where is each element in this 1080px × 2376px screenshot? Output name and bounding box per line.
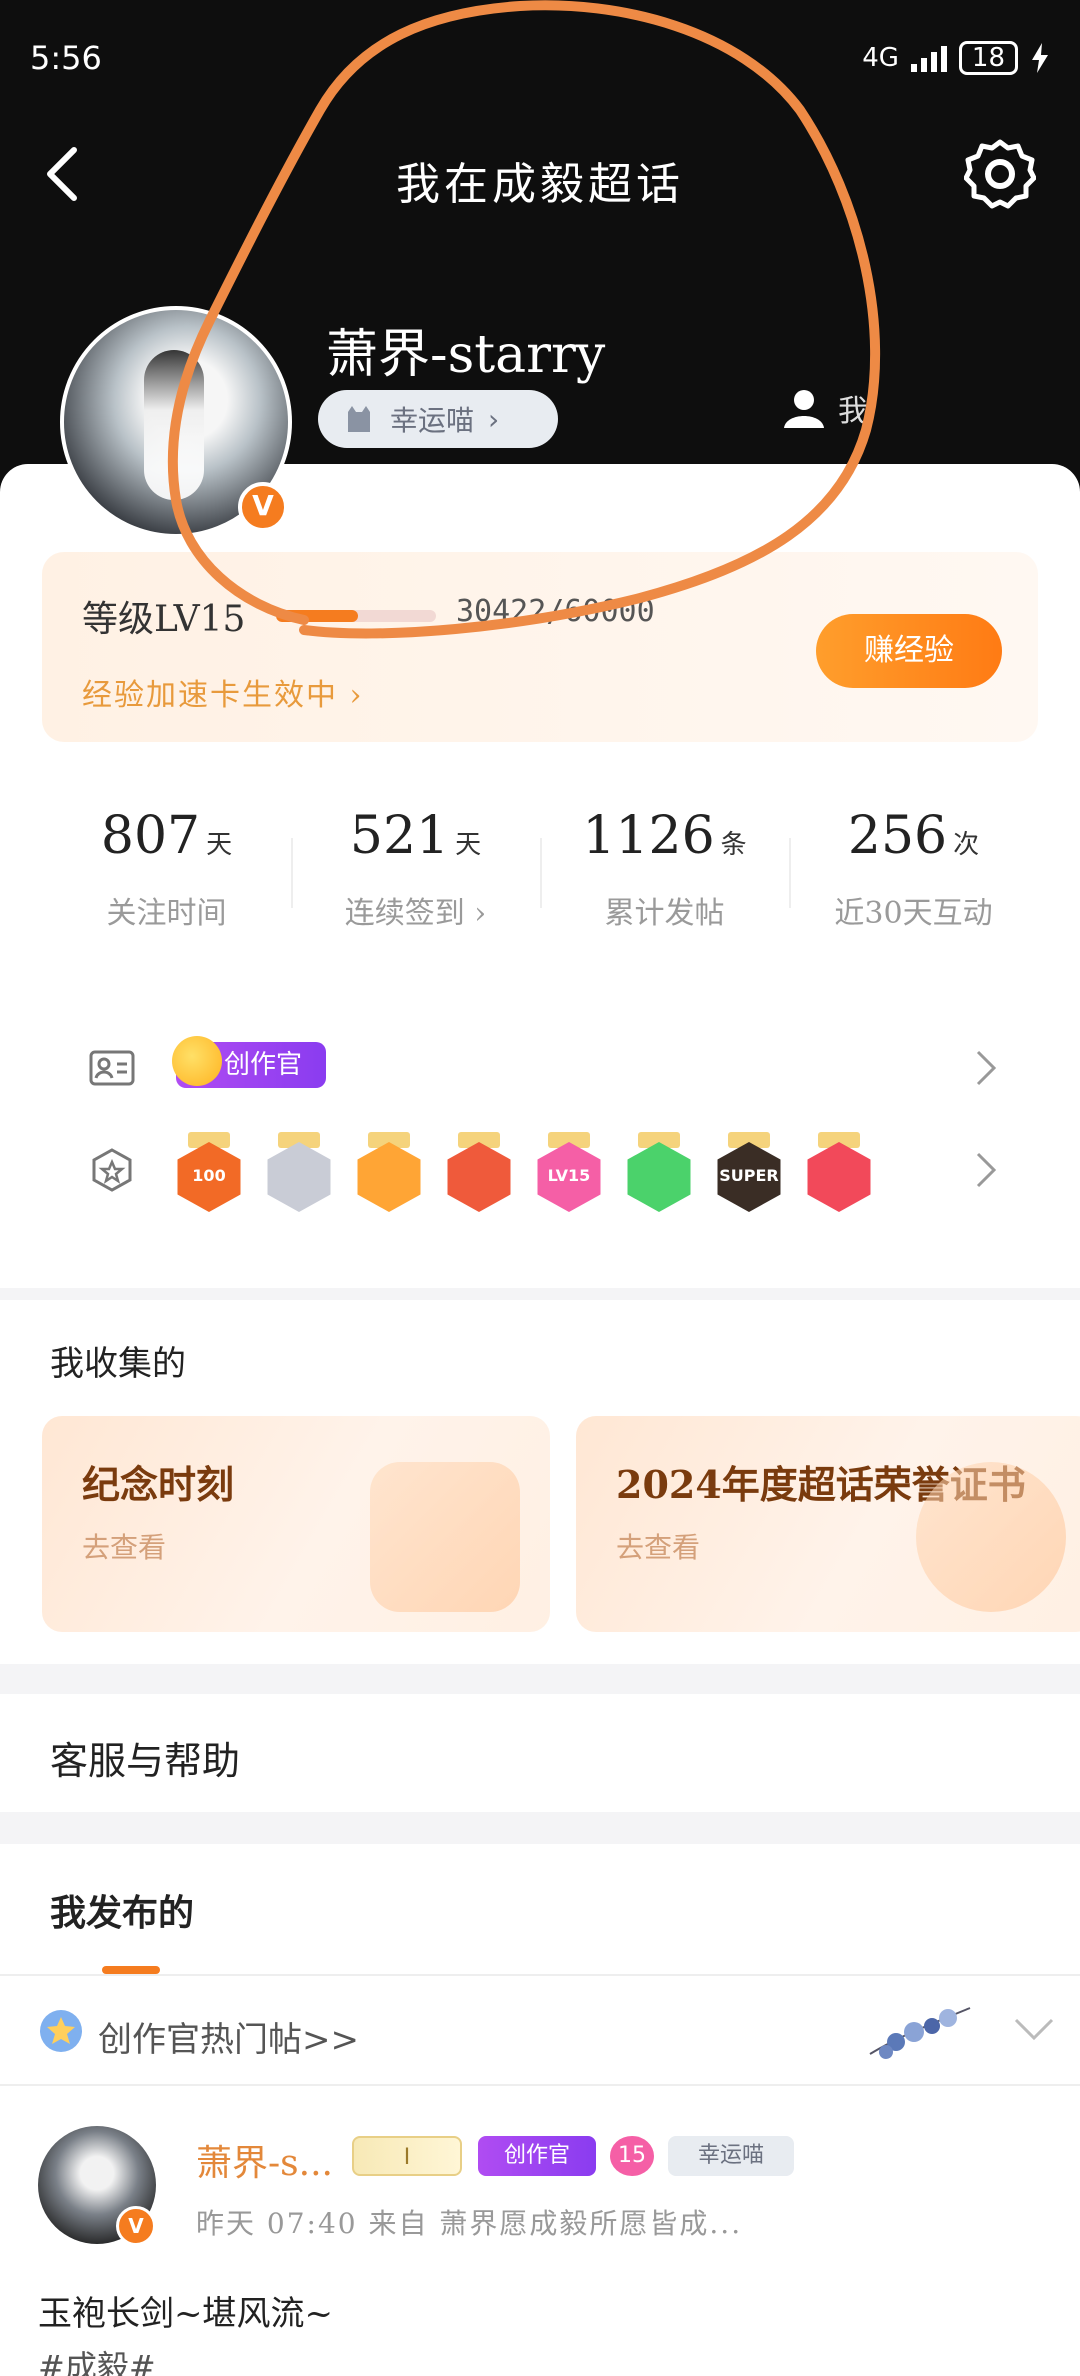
lucky-tag: 幸运喵 xyxy=(668,2136,794,2176)
post-meta: 昨天 07:40 来自 萧界愿成毅所愿皆成... xyxy=(196,2207,743,2240)
boost-label: 经验加速卡生效中 xyxy=(82,678,338,713)
rank-tag: I xyxy=(352,2136,462,2176)
medal-badge xyxy=(264,1132,334,1216)
post-content: 玉袍长剑~堪风流~ xyxy=(38,2294,333,2334)
medal-badge: SUPER xyxy=(714,1132,784,1216)
chevron-right-icon: › xyxy=(488,402,500,436)
medal-badge: 100 xyxy=(174,1132,244,1216)
medal-badge xyxy=(624,1132,694,1216)
stat-label-text: 连续签到 xyxy=(344,896,465,931)
stat-num: 1126 xyxy=(582,806,715,866)
creator-tag: 创作官 xyxy=(478,2136,596,2176)
stat-unit: 条 xyxy=(720,830,747,860)
tab-indicator xyxy=(102,1966,160,1974)
posts-section: 我发布的 创作官热门帖>> V 萧界-s... I 创作官 15 幸运喵 昨天 … xyxy=(0,1844,1080,2376)
stat-label: 近30天互动 xyxy=(834,896,993,931)
medal-hex xyxy=(267,1142,331,1212)
medal-illustration xyxy=(916,1462,1066,1612)
status-time: 5:56 xyxy=(30,39,102,77)
stat-unit: 天 xyxy=(206,830,233,860)
level-progress-fill xyxy=(276,610,358,622)
post-topic[interactable]: #成毅# xyxy=(38,2342,156,2376)
hot-posts-link: 创作官热门帖>> xyxy=(98,2020,359,2060)
stat-interactions: 256 次 近30天互动 xyxy=(789,766,1038,966)
hot-posts-row[interactable]: 创作官热门帖>> xyxy=(0,1978,1080,2084)
status-bar: 5:56 4G 18 xyxy=(30,36,1050,80)
level-card: 等级LV15 30422/60000 经验加速卡生效中 › 赚经验 xyxy=(42,552,1038,742)
person-icon xyxy=(784,390,824,428)
divider xyxy=(0,2084,1080,2086)
avatar-figure xyxy=(144,350,204,500)
help-row[interactable]: 客服与帮助 xyxy=(0,1694,1080,1812)
stat-num: 521 xyxy=(349,806,450,866)
collect-card-name: 纪念时刻 xyxy=(82,1462,235,1507)
star-badge-icon xyxy=(40,2010,82,2052)
medal-hex xyxy=(627,1142,691,1212)
earn-exp-button[interactable]: 赚经验 xyxy=(816,614,1002,688)
network-label: 4G xyxy=(862,43,899,73)
chevron-down-icon[interactable] xyxy=(1012,2014,1056,2044)
stat-label: 累计发帖 xyxy=(604,896,725,931)
me-label: 我 xyxy=(838,394,868,429)
post-verified-badge: V xyxy=(116,2206,156,2246)
level-tag: 15 xyxy=(610,2136,654,2176)
collect-title: 我收集的 xyxy=(50,1344,186,1384)
collect-card-memorial[interactable]: 纪念时刻 去查看 xyxy=(42,1416,550,1632)
verified-badge: V xyxy=(238,482,288,532)
badges-card: 创作官 100 LV15 SUPER xyxy=(42,1000,1038,1246)
charging-icon xyxy=(1032,43,1048,73)
status-icons: 4G 18 xyxy=(862,41,1050,75)
collect-card-certificate[interactable]: 2024年度超话荣誉证书 去查看 xyxy=(576,1416,1080,1632)
stat-checkin-days[interactable]: 521 天 连续签到 › xyxy=(291,766,540,966)
stat-label: 连续签到 › xyxy=(344,896,487,931)
stat-post-count: 1126 条 累计发帖 xyxy=(540,766,789,966)
chevron-right-icon xyxy=(976,1152,997,1188)
medal-text: 100 xyxy=(192,1166,226,1185)
cat-icon xyxy=(348,406,370,432)
page-title: 我在成毅超话 xyxy=(396,159,684,210)
stats-row: 807 天 关注时间 521 天 连续签到 › 1126 条 累计发帖 256 次 近3… xyxy=(42,766,1038,966)
level-label: 等级LV15 xyxy=(82,599,246,640)
medal-hex xyxy=(357,1142,421,1212)
medal-text: LV15 xyxy=(547,1166,591,1185)
nav-bar: 我在成毅超话 xyxy=(0,130,1080,220)
medal-text: SUPER xyxy=(719,1166,779,1185)
medal-badge xyxy=(444,1132,514,1216)
gear-icon[interactable] xyxy=(964,138,1036,210)
flower-decoration xyxy=(869,2007,971,2059)
divider xyxy=(0,1974,1080,1976)
medal-hex xyxy=(807,1142,871,1212)
stat-num: 807 xyxy=(100,806,201,866)
medal-icon xyxy=(92,1148,132,1192)
collect-card-link: 去查看 xyxy=(616,1531,701,1564)
calendar-illustration xyxy=(370,1462,520,1612)
medals-row[interactable]: 100 LV15 SUPER xyxy=(42,1000,1038,1212)
stat-num: 256 xyxy=(847,806,948,866)
medal-hex xyxy=(447,1142,511,1212)
lucky-pill[interactable]: 幸运喵 › xyxy=(318,390,558,448)
me-entry[interactable]: 我 xyxy=(782,386,868,430)
collect-section: 我收集的 纪念时刻 去查看 2024年度超话荣誉证书 去查看 xyxy=(0,1300,1080,1664)
username: 萧界-starry xyxy=(326,325,606,385)
stat-label: 关注时间 xyxy=(106,896,227,931)
stat-unit: 天 xyxy=(455,830,482,860)
lucky-label: 幸运喵 xyxy=(390,404,475,437)
post-author-name[interactable]: 萧界-s... xyxy=(196,2134,333,2186)
battery-icon: 18 xyxy=(958,41,1018,75)
boost-link[interactable]: 经验加速卡生效中 › xyxy=(82,670,364,714)
level-exp: 30422/60000 xyxy=(456,594,655,629)
stat-follow-days: 807 天 关注时间 xyxy=(42,766,291,966)
medal-badge: LV15 xyxy=(534,1132,604,1216)
signal-icon xyxy=(910,44,947,72)
help-title: 客服与帮助 xyxy=(50,1739,241,1783)
tab-my-posts[interactable]: 我发布的 xyxy=(50,1884,194,1936)
medal-badge xyxy=(354,1132,424,1216)
level-progress-bar xyxy=(276,610,436,622)
collect-card-link: 去查看 xyxy=(82,1531,167,1564)
medal-badge xyxy=(804,1132,874,1216)
stat-unit: 次 xyxy=(953,830,980,860)
